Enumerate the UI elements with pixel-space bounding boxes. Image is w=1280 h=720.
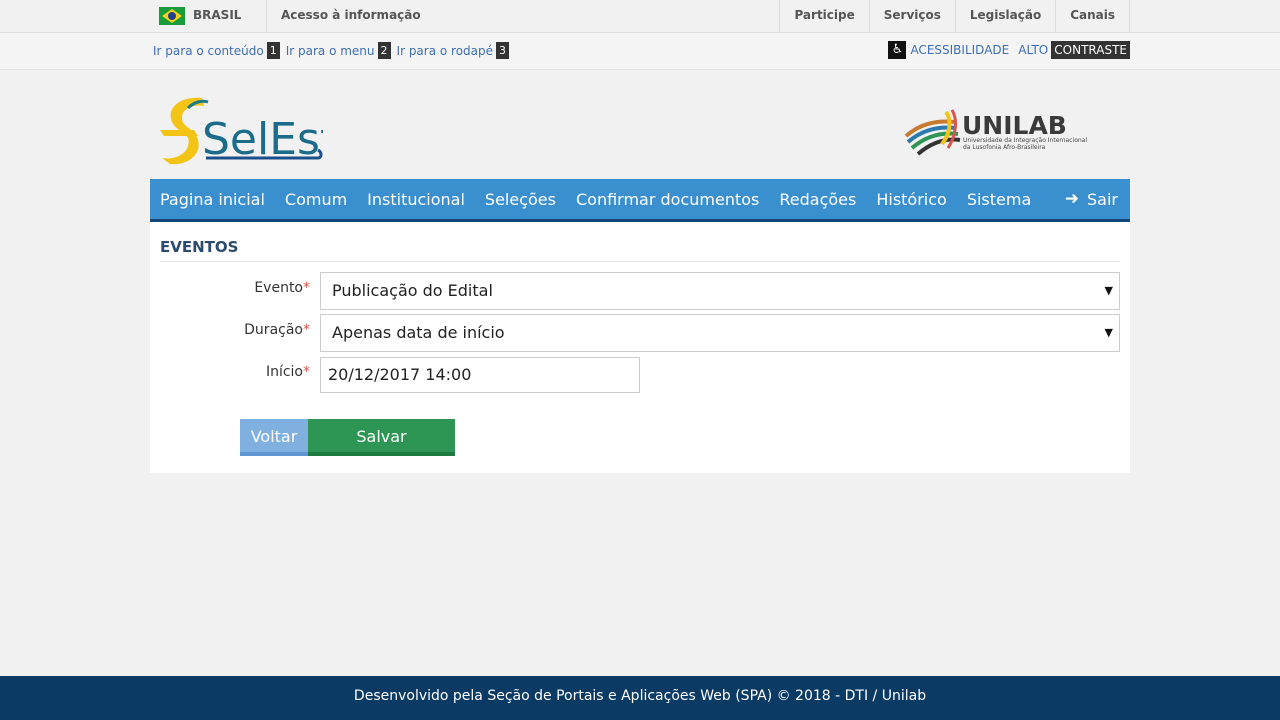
unilab-logo-sub2: da Lusofonia Afro-Brasileira — [963, 144, 1046, 151]
sair-button[interactable]: ➜ Sair — [1065, 189, 1118, 209]
nav-item-redacoes[interactable]: Redações — [779, 190, 856, 209]
nav-item-institucional[interactable]: Institucional — [367, 190, 465, 209]
nav-item-confirmar-documentos[interactable]: Confirmar documentos — [576, 190, 759, 209]
inicio-input[interactable]: 20/12/2017 14:00 — [320, 357, 640, 393]
selest-logo[interactable]: SelEst — [158, 94, 323, 166]
gov-bar: BRASIL Acesso à informação Participe Ser… — [0, 0, 1280, 33]
panel-divider — [160, 261, 1120, 262]
evento-select-value: Publicação do Edital — [332, 281, 493, 300]
contraste-link[interactable]: CONTRASTE — [1051, 41, 1130, 59]
nav-item-pagina-inicial[interactable]: Pagina inicial — [160, 190, 265, 209]
unilab-logo-sub1: Universidade da Integração Internacional — [963, 137, 1087, 144]
skip-to-menu-link[interactable]: Ir para o menu — [286, 44, 375, 58]
nav-item-historico[interactable]: Histórico — [876, 190, 946, 209]
skip-to-footer-link[interactable]: Ir para o rodapé — [397, 44, 494, 58]
duracao-select[interactable]: Apenas data de início ▼ — [320, 314, 1120, 352]
duracao-select-value: Apenas data de início — [332, 323, 505, 342]
sair-label: Sair — [1087, 189, 1118, 209]
wheelchair-icon: ♿ — [888, 41, 907, 59]
accessibility-controls: ♿ ACESSIBILIDADE ALTO CONTRASTE — [888, 41, 1130, 59]
evento-label-text: Evento — [254, 280, 303, 296]
inicio-label: Início* — [150, 364, 310, 380]
required-mark: * — [303, 364, 310, 380]
gov-links: Participe Serviços Legislação Canais — [779, 0, 1130, 32]
unilab-logo[interactable]: UNILAB Universidade da Integração Intern… — [902, 104, 1124, 158]
dropdown-caret-icon: ▼ — [1104, 326, 1113, 339]
evento-select[interactable]: Publicação do Edital ▼ — [320, 272, 1120, 310]
duracao-label-text: Duração — [244, 322, 303, 338]
eventos-panel: EVENTOS Evento* Publicação do Edital ▼ D… — [150, 222, 1130, 473]
gov-bar-inner: BRASIL Acesso à informação Participe Ser… — [150, 0, 1130, 32]
skip-to-content-link[interactable]: Ir para o conteúdo — [153, 44, 264, 58]
acessibilidade-link[interactable]: ACESSIBILIDADE — [910, 43, 1009, 57]
alto-link[interactable]: ALTO — [1018, 43, 1048, 57]
gov-link-participe[interactable]: Participe — [779, 0, 868, 32]
panel-title: EVENTOS — [160, 238, 239, 256]
evento-label: Evento* — [150, 280, 310, 296]
skip-key-3: 3 — [496, 42, 510, 59]
required-mark: * — [303, 322, 310, 338]
brasil-label: BRASIL — [193, 8, 242, 22]
acesso-informacao-link[interactable]: Acesso à informação — [281, 8, 421, 22]
inicio-label-text: Início — [265, 364, 303, 380]
duracao-label: Duração* — [150, 322, 310, 338]
nav-items: Pagina inicial Comum Institucional Seleç… — [160, 179, 1051, 219]
footer-text: Desenvolvido pela Seção de Portais e Apl… — [353, 688, 927, 704]
footer: Desenvolvido pela Seção de Portais e Apl… — [0, 676, 1280, 720]
nav-item-comum[interactable]: Comum — [285, 190, 347, 209]
required-mark: * — [303, 280, 310, 296]
nav-item-sistema[interactable]: Sistema — [967, 190, 1031, 209]
arrow-right-icon: ➜ — [1064, 189, 1080, 209]
main-nav: Pagina inicial Comum Institucional Seleç… — [150, 179, 1130, 222]
salvar-button[interactable]: Salvar — [308, 419, 455, 456]
brasil-link[interactable]: BRASIL — [150, 0, 267, 32]
nav-item-selecoes[interactable]: Seleções — [485, 190, 556, 209]
voltar-button[interactable]: Voltar — [240, 419, 308, 456]
brazil-flag-icon — [159, 7, 185, 25]
skip-key-2: 2 — [377, 42, 391, 59]
gov-link-servicos[interactable]: Serviços — [868, 0, 955, 32]
gov-link-legislacao[interactable]: Legislação — [954, 0, 1055, 32]
skip-links: Ir para o conteúdo 1 Ir para o menu 2 Ir… — [153, 42, 515, 59]
gov-link-canais[interactable]: Canais — [1055, 0, 1130, 32]
accessibility-bar: Ir para o conteúdo 1 Ir para o menu 2 Ir… — [0, 33, 1280, 70]
skip-key-1: 1 — [266, 42, 280, 59]
dropdown-caret-icon: ▼ — [1104, 284, 1113, 297]
unilab-logo-text: UNILAB — [962, 111, 1067, 140]
